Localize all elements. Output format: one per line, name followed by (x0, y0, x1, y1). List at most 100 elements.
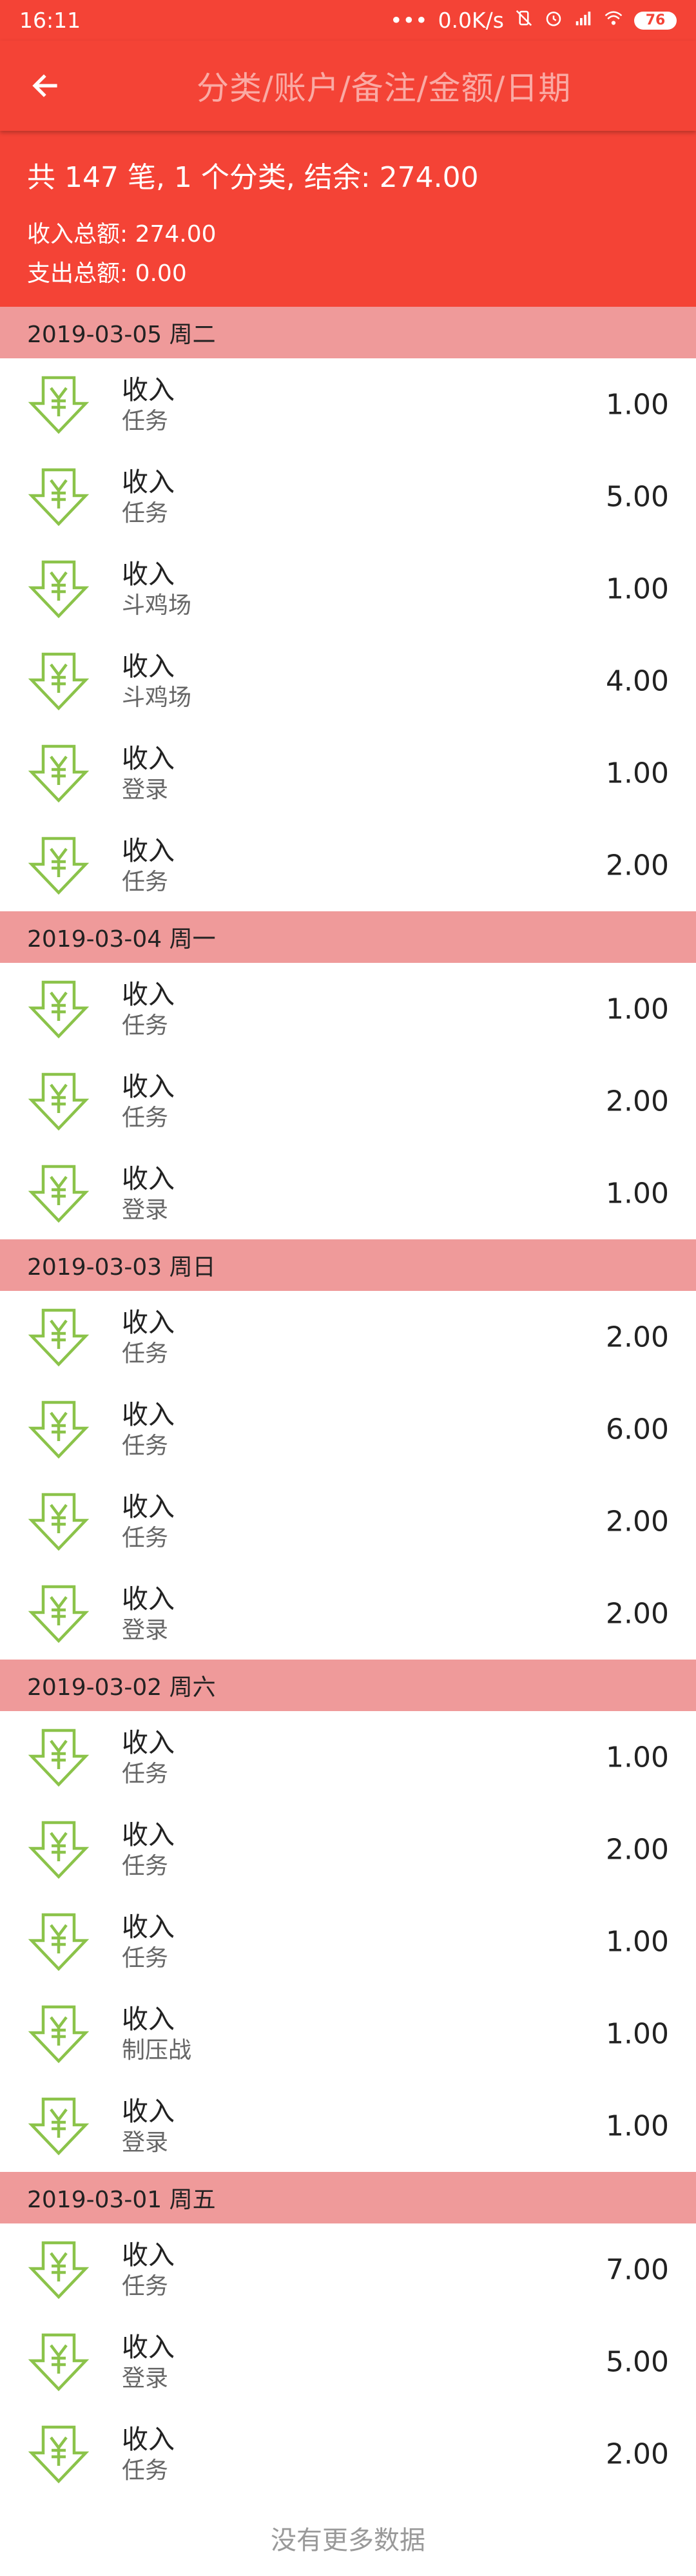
category-title: 收入 (122, 1306, 175, 1338)
amount-value: 2.00 (606, 849, 669, 882)
list-item-texts: 收入 任务 (122, 2238, 175, 2301)
note-label: 斗鸡场 (122, 592, 192, 619)
list-item-texts: 收入 登录 (122, 742, 175, 805)
category-title: 收入 (122, 650, 175, 682)
app-bar: 分类/账户/备注/金额/日期 (0, 41, 696, 131)
amount-value: 2.00 (606, 2437, 669, 2470)
income-yuan-icon (28, 2095, 90, 2157)
list-item-texts: 收入 任务 (122, 1726, 175, 1789)
list-item-texts: 收入 登录 (122, 2095, 175, 2158)
notification-dots: ••• (390, 8, 428, 33)
income-yuan-icon (28, 1163, 90, 1225)
note-label: 任务 (122, 2272, 169, 2300)
search-input[interactable]: 分类/账户/备注/金额/日期 (197, 41, 677, 131)
list-item[interactable]: 收入 任务 6.00 (0, 1383, 696, 1475)
amount-value: 2.00 (606, 1085, 669, 1118)
list-item[interactable]: 收入 任务 2.00 (0, 2408, 696, 2500)
income-yuan-icon (28, 2423, 90, 2485)
income-yuan-icon (28, 1491, 90, 1553)
category-title: 收入 (122, 2095, 175, 2127)
list-item[interactable]: 收入 斗鸡场 1.00 (0, 543, 696, 635)
note-label: 任务 (122, 407, 169, 434)
list-item[interactable]: 收入 制压战 1.00 (0, 1988, 696, 2080)
list-item[interactable]: 收入 任务 2.00 (0, 819, 696, 911)
list-item[interactable]: 收入 登录 2.00 (0, 1567, 696, 1660)
note-label: 登录 (122, 776, 169, 803)
category-title: 收入 (122, 1399, 175, 1430)
amount-value: 1.00 (606, 572, 669, 605)
income-yuan-icon (28, 650, 90, 712)
list-item[interactable]: 收入 任务 2.00 (0, 1291, 696, 1383)
income-yuan-icon (28, 1583, 90, 1645)
list-item-texts: 收入 任务 (122, 465, 175, 528)
list-item[interactable]: 收入 任务 5.00 (0, 450, 696, 543)
category-title: 收入 (122, 374, 175, 405)
no-more-data: 没有更多数据 (271, 2526, 425, 2555)
category-title: 收入 (122, 1583, 175, 1614)
summary-panel: 共 147 笔, 1 个分类, 结余: 274.00 收入总额: 274.00 … (0, 131, 696, 307)
amount-value: 1.00 (606, 388, 669, 421)
note-label: 登录 (122, 2365, 169, 2392)
list-item[interactable]: 收入 任务 1.00 (0, 963, 696, 1055)
status-icons: ••• 0.0K/s 76 (390, 8, 677, 33)
list-item-texts: 收入 任务 (122, 1818, 175, 1881)
note-label: 任务 (122, 499, 169, 527)
income-yuan-icon (28, 466, 90, 528)
list-item[interactable]: 收入 登录 5.00 (0, 2316, 696, 2408)
income-yuan-icon (28, 978, 90, 1040)
summary-overview: 共 147 笔, 1 个分类, 结余: 274.00 (27, 161, 479, 194)
signal-icon (574, 8, 593, 32)
list-item[interactable]: 收入 任务 1.00 (0, 1895, 696, 1988)
note-label: 登录 (122, 1196, 169, 1223)
list-item[interactable]: 收入 任务 2.00 (0, 1803, 696, 1895)
income-yuan-icon (28, 374, 90, 436)
list-item-texts: 收入 任务 (122, 1306, 175, 1369)
list-item[interactable]: 收入 斗鸡场 4.00 (0, 635, 696, 727)
income-yuan-icon (28, 742, 90, 804)
list-item-texts: 收入 制压战 (122, 2002, 191, 2066)
list-item[interactable]: 收入 任务 2.00 (0, 1475, 696, 1567)
date-header: 2019-03-02 周六 (0, 1660, 696, 1711)
income-yuan-icon (28, 1819, 90, 1881)
note-label: 任务 (122, 868, 169, 895)
category-title: 收入 (122, 1727, 175, 1758)
category-title: 收入 (122, 2423, 175, 2455)
category-title: 收入 (122, 1070, 175, 1102)
list-item[interactable]: 收入 任务 7.00 (0, 2223, 696, 2316)
back-button[interactable] (0, 41, 90, 131)
alarm-icon (544, 8, 563, 32)
list-item-texts: 收入 斗鸡场 (122, 650, 191, 713)
note-label: 任务 (122, 1432, 169, 1459)
amount-value: 1.00 (606, 757, 669, 789)
list-item[interactable]: 收入 登录 1.00 (0, 2080, 696, 2172)
date-header: 2019-03-04 周一 (0, 911, 696, 963)
note-label: 斗鸡场 (122, 684, 192, 711)
note-label: 登录 (122, 1616, 169, 1643)
category-title: 收入 (122, 558, 175, 590)
category-title: 收入 (122, 742, 175, 774)
list-item-texts: 收入 登录 (122, 1582, 175, 1645)
income-yuan-icon (28, 1399, 90, 1460)
income-yuan-icon (28, 1070, 90, 1132)
list-item[interactable]: 收入 登录 1.00 (0, 727, 696, 819)
category-title: 收入 (122, 1163, 175, 1194)
note-label: 任务 (122, 1944, 169, 1971)
status-bar: 16:11 ••• 0.0K/s 76 (0, 0, 696, 41)
list-item-texts: 收入 任务 (122, 1490, 175, 1553)
amount-value: 1.00 (606, 993, 669, 1025)
list-item-texts: 收入 登录 (122, 2330, 175, 2394)
category-title: 收入 (122, 978, 175, 1010)
category-title: 收入 (122, 835, 175, 866)
list-item[interactable]: 收入 任务 2.00 (0, 1055, 696, 1147)
wifi-icon (603, 8, 624, 32)
list-item[interactable]: 收入 登录 1.00 (0, 1147, 696, 1239)
vibrate-off-icon (514, 8, 534, 32)
amount-value: 1.00 (606, 2017, 669, 2050)
expense-total: 支出总额: 0.00 (27, 260, 187, 287)
note-label: 制压战 (122, 2037, 192, 2064)
amount-value: 2.00 (606, 1597, 669, 1630)
list-item[interactable]: 收入 任务 1.00 (0, 1711, 696, 1803)
list-item-texts: 收入 斗鸡场 (122, 557, 191, 621)
list-item[interactable]: 收入 任务 1.00 (0, 358, 696, 450)
note-label: 任务 (122, 1524, 169, 1551)
